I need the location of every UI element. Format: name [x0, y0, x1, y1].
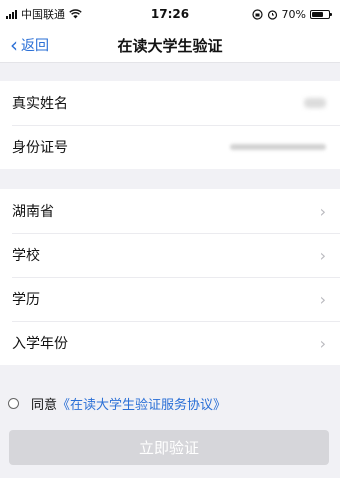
agreement-row: 同意 《在读大学生验证服务协议》 [0, 383, 340, 423]
battery-icon [310, 9, 332, 19]
enrollment-year-label: 入学年份 [12, 336, 68, 352]
id-number-label: 身份证号 [12, 140, 68, 156]
school-row[interactable]: 学校 › [0, 233, 340, 277]
agreement-link[interactable]: 《在读大学生验证服务协议》 [57, 394, 226, 413]
real-name-row[interactable]: 真实姓名 [0, 81, 340, 125]
battery-fill [312, 11, 324, 17]
enrollment-year-row[interactable]: 入学年份 › [0, 321, 340, 365]
chevron-right-icon: › [319, 245, 326, 265]
submit-button[interactable]: 立即验证 [9, 430, 329, 465]
back-label: 返回 [21, 38, 49, 54]
chevron-right-icon: › [319, 201, 326, 221]
id-number-value-blurred [230, 144, 326, 150]
chevron-right-icon: › [319, 289, 326, 309]
agreement-prefix: 同意 [31, 397, 58, 413]
chevron-right-icon: › [319, 333, 326, 353]
lock-rotation-icon [251, 8, 263, 20]
nav-bar: ‹ 返回 在读大学生验证 [0, 28, 340, 63]
status-right: 70% [251, 7, 332, 21]
page-title: 在读大学生验证 [117, 36, 223, 55]
real-name-label: 真实姓名 [12, 96, 68, 112]
signal-icon [6, 9, 17, 19]
wifi-icon [69, 9, 82, 19]
battery-percent: 70% [281, 7, 306, 21]
chevron-left-icon: ‹ [10, 33, 18, 57]
education-label: 学历 [12, 292, 40, 308]
education-row[interactable]: 学历 › [0, 277, 340, 321]
school-info-section: 湖南省 › 学校 › 学历 › 入学年份 › [0, 189, 340, 365]
alarm-icon [267, 9, 277, 20]
real-name-value-blurred [304, 98, 326, 108]
province-label: 湖南省 [12, 204, 54, 220]
carrier-label: 中国联通 [21, 8, 65, 21]
identity-section: 真实姓名 身份证号 [0, 81, 340, 169]
school-label: 学校 [12, 248, 40, 264]
province-row[interactable]: 湖南省 › [0, 189, 340, 233]
agreement-radio[interactable] [8, 397, 19, 409]
status-left: 中国联通 [6, 6, 82, 22]
id-number-row[interactable]: 身份证号 [0, 125, 340, 169]
status-bar: 中国联通 17:26 70% [0, 0, 340, 28]
back-button[interactable]: ‹ 返回 [10, 28, 49, 62]
